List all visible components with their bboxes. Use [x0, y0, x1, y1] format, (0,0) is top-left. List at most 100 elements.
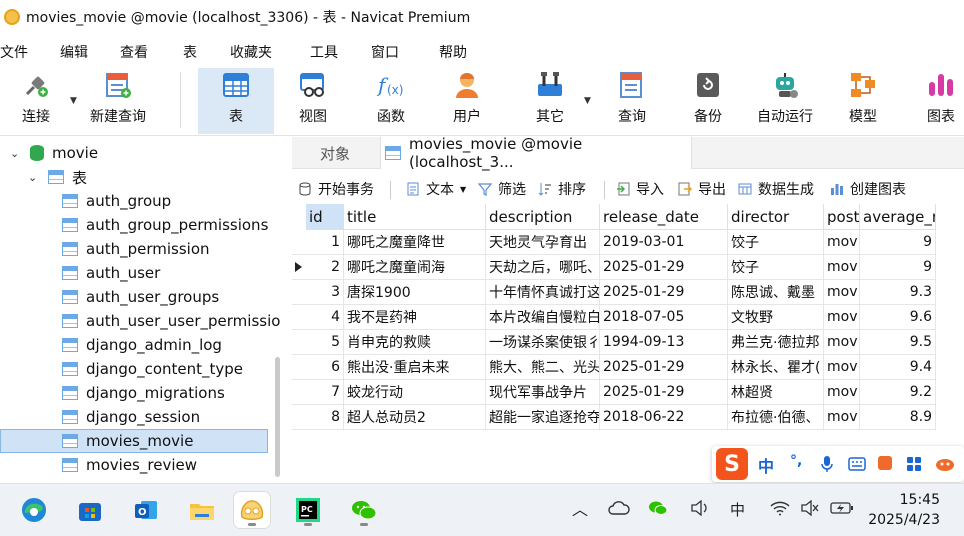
new-query-button[interactable]: 新建查询 [86, 68, 150, 134]
ime-punctuation-toggle[interactable]: °, [790, 453, 802, 469]
wifi-icon[interactable] [770, 500, 790, 516]
cell-director[interactable]: 布拉德·伯德、 [728, 405, 824, 430]
backup-button[interactable]: 备份 [684, 68, 732, 134]
system-clock[interactable]: 15:45 2025/4/23 [868, 490, 940, 530]
cell-title[interactable]: 熊出没·重启未来 [344, 355, 486, 380]
cell-title[interactable]: 哪吒之魔童闹海 [344, 255, 486, 280]
row-selector[interactable] [292, 330, 306, 355]
text-button[interactable]: 文本 ▼ [406, 179, 466, 199]
row-selector[interactable] [292, 280, 306, 305]
column-header-release-date[interactable]: release_date [600, 204, 728, 230]
cell-id[interactable]: 1 [306, 230, 344, 255]
cell-description[interactable]: 一场谋杀案使银彳 [486, 330, 600, 355]
cell-poster[interactable]: mov [824, 355, 860, 380]
tree-table-item[interactable]: auth_user_groups [62, 285, 219, 309]
model-button[interactable]: 模型 [840, 68, 886, 134]
skin-icon[interactable] [878, 456, 892, 470]
cell-description[interactable]: 天劫之后，哪吒、 [486, 255, 600, 280]
table-button[interactable]: 表 [198, 68, 274, 134]
cell-poster[interactable]: mov [824, 280, 860, 305]
cell-director[interactable]: 林超贤 [728, 380, 824, 405]
create-chart-button[interactable]: 创建图表 [830, 179, 906, 199]
cell-poster[interactable]: mov [824, 380, 860, 405]
cell-title[interactable]: 蛟龙行动 [344, 380, 486, 405]
ime-tray-indicator[interactable]: 中 [730, 499, 745, 520]
column-header-poster[interactable]: post [824, 204, 860, 230]
cell-average-rating[interactable]: 9.3 [860, 280, 936, 305]
query-button[interactable]: 查询 [608, 68, 656, 134]
cell-title[interactable]: 哪吒之魔童降世 [344, 230, 486, 255]
filter-button[interactable]: 筛选 [478, 179, 526, 199]
cell-id[interactable]: 6 [306, 355, 344, 380]
store-app-button[interactable] [72, 492, 108, 528]
cell-release-date[interactable]: 2025-01-29 [600, 280, 728, 305]
cell-release-date[interactable]: 2019-03-01 [600, 230, 728, 255]
tab-objects[interactable]: 对象 [320, 137, 350, 169]
tree-table-item[interactable]: auth_user_user_permissio [62, 309, 280, 333]
column-header-director[interactable]: director [728, 204, 824, 230]
connect-button[interactable]: 连接 [10, 68, 62, 134]
cell-description[interactable]: 本片改编自慢粒白 [486, 305, 600, 330]
cell-release-date[interactable]: 2018-07-05 [600, 305, 728, 330]
cell-director[interactable]: 弗兰克·德拉邦 [728, 330, 824, 355]
tree-table-item-selected[interactable]: movies_movie [0, 429, 268, 453]
cell-id[interactable]: 7 [306, 380, 344, 405]
row-selector-current[interactable] [292, 255, 306, 280]
cell-title[interactable]: 肖申克的救赎 [344, 330, 486, 355]
user-button[interactable]: 用户 [442, 68, 492, 134]
keyboard-icon[interactable] [848, 457, 866, 471]
tree-table-item[interactable]: django_content_type [62, 357, 243, 381]
row-selector[interactable] [292, 380, 306, 405]
sidebar-scrollbar[interactable] [275, 357, 280, 477]
ime-language-toggle[interactable]: 中 [758, 453, 774, 477]
import-button[interactable]: 导入 [616, 179, 664, 199]
data-generation-button[interactable]: 数据生成 [738, 179, 814, 199]
tree-database-movie[interactable]: ⌄ movie [10, 141, 98, 165]
outlook-app-button[interactable]: O [128, 492, 164, 528]
row-selector[interactable] [292, 405, 306, 430]
cell-director[interactable]: 文牧野 [728, 305, 824, 330]
tree-table-item[interactable]: django_admin_log [62, 333, 222, 357]
menu-favorites[interactable]: 收藏夹 [230, 42, 272, 62]
chart-button[interactable]: 图表 [918, 68, 964, 134]
cell-poster[interactable]: mov [824, 305, 860, 330]
function-button[interactable]: f (x) 函数 [366, 68, 416, 134]
begin-transaction-button[interactable]: 开始事务 [298, 179, 374, 199]
file-explorer-app-button[interactable] [184, 492, 220, 528]
menu-edit[interactable]: 编辑 [60, 42, 88, 62]
cell-title[interactable]: 唐探1900 [344, 280, 486, 305]
edge-app-button[interactable] [16, 492, 52, 528]
microphone-icon[interactable] [820, 455, 834, 473]
automation-button[interactable]: 自动运行 [752, 68, 818, 134]
tree-table-item[interactable]: movies_review [62, 453, 197, 477]
wechat-app-button[interactable] [346, 492, 382, 528]
other-button[interactable]: 其它 [526, 68, 574, 134]
chevron-down-icon[interactable]: ⌄ [28, 171, 40, 184]
battery-charging-icon[interactable] [830, 501, 854, 515]
cell-average-rating[interactable]: 8.9 [860, 405, 936, 430]
cell-title[interactable]: 我不是药神 [344, 305, 486, 330]
tree-table-item[interactable]: auth_group_permissions [62, 213, 268, 237]
tree-table-item[interactable]: auth_group [62, 189, 171, 213]
row-selector[interactable] [292, 355, 306, 380]
menu-tools[interactable]: 工具 [310, 42, 338, 62]
cell-average-rating[interactable]: 9.4 [860, 355, 936, 380]
column-header-average-rating[interactable]: average_ra [860, 204, 936, 230]
toolbox-grid-icon[interactable] [906, 456, 922, 472]
cell-id[interactable]: 2 [306, 255, 344, 280]
row-selector[interactable] [292, 305, 306, 330]
cell-description[interactable]: 十年情怀真诚打这 [486, 280, 600, 305]
cell-id[interactable]: 4 [306, 305, 344, 330]
menu-window[interactable]: 窗口 [371, 42, 399, 62]
sort-button[interactable]: 排序 [538, 179, 586, 199]
cell-title[interactable]: 超人总动员2 [344, 405, 486, 430]
cell-director[interactable]: 林永长、瞿才( [728, 355, 824, 380]
menu-file[interactable]: 文件 [0, 42, 28, 62]
cell-average-rating[interactable]: 9.6 [860, 305, 936, 330]
wechat-tray-icon[interactable] [648, 500, 668, 516]
tab-movies-movie[interactable]: movies_movie @movie (localhost_3... [380, 135, 692, 171]
connect-dropdown-icon[interactable]: ▼ [70, 96, 77, 106]
cell-description[interactable]: 熊大、熊二、光头 [486, 355, 600, 380]
other-dropdown-icon[interactable]: ▼ [584, 96, 591, 106]
column-header-description[interactable]: description [486, 204, 600, 230]
